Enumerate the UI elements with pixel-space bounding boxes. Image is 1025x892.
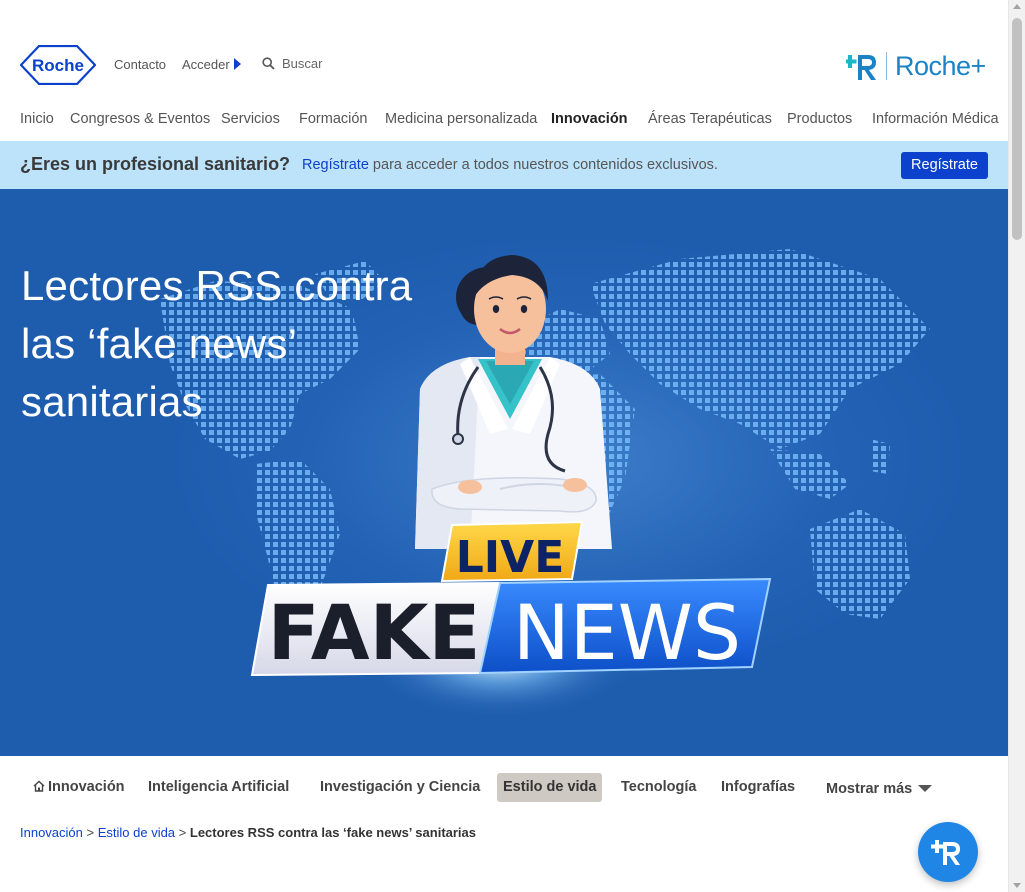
nav-item-congresos[interactable]: Congresos & Eventos xyxy=(70,111,210,127)
breadcrumb-innovacion[interactable]: Innovación xyxy=(20,825,83,840)
live-badge: LIVE xyxy=(440,520,584,583)
nav-item-innovacion[interactable]: Innovación xyxy=(551,111,628,127)
roche-plus-divider xyxy=(886,52,887,80)
page: Roche Contacto Acceder Buscar Roche+ Ini… xyxy=(0,0,1008,892)
scroll-down-icon[interactable] xyxy=(1013,883,1021,888)
scrollbar-thumb[interactable] xyxy=(1012,18,1022,240)
tab-innovacion-label: Innovación xyxy=(48,779,125,795)
search-icon xyxy=(262,57,275,70)
vertical-scrollbar[interactable] xyxy=(1008,0,1025,892)
chevron-down-icon xyxy=(918,785,933,792)
hero-title: Lectores RSS contra las ‘fake news’ sani… xyxy=(21,262,413,425)
professional-question: ¿Eres un profesional sanitario? xyxy=(20,154,291,174)
tab-estilo-de-vida[interactable]: Estilo de vida xyxy=(497,773,603,802)
category-tabs: Innovación Inteligencia Artificial Inves… xyxy=(0,773,1008,805)
roche-plus-r-icon xyxy=(846,55,876,80)
fake-text: FAKE xyxy=(268,588,481,677)
breadcrumb: Innovación > Estilo de vida > Lectores R… xyxy=(20,825,476,840)
login-link[interactable]: Acceder xyxy=(182,57,241,72)
banner-message-text: para acceder a todos nuestros contenidos… xyxy=(368,157,718,173)
caret-right-icon xyxy=(233,58,241,70)
nav-item-informacion[interactable]: Información Médica xyxy=(872,111,999,127)
roche-plus-chat-button[interactable] xyxy=(918,822,978,882)
fake-news-badge: FAKE NEWS xyxy=(250,577,772,677)
search-label: Buscar xyxy=(282,56,323,71)
main-nav: Inicio Congresos & Eventos Servicios For… xyxy=(0,108,1008,132)
top-header: Roche Contacto Acceder Buscar Roche+ xyxy=(0,40,1008,90)
nav-item-servicios[interactable]: Servicios xyxy=(221,111,280,127)
breadcrumb-current: Lectores RSS contra las ‘fake news’ sani… xyxy=(189,825,477,840)
roche-logo-text: Roche xyxy=(32,56,84,75)
contact-link[interactable]: Contacto xyxy=(114,57,166,72)
tab-infografias[interactable]: Infografías xyxy=(715,773,801,802)
breadcrumb-estilo-de-vida[interactable]: Estilo de vida xyxy=(98,825,175,840)
live-badge-text: LIVE xyxy=(456,532,565,583)
roche-plus-logo[interactable]: Roche+ xyxy=(846,48,986,84)
register-link[interactable]: Regístrate xyxy=(302,157,369,173)
show-more-label: Mostrar más xyxy=(826,781,913,797)
show-more-button[interactable]: Mostrar más xyxy=(820,775,938,804)
tab-investigacion-ciencia[interactable]: Investigación y Ciencia xyxy=(314,773,486,802)
roche-plus-text: Roche+ xyxy=(895,50,986,81)
tab-innovacion[interactable]: Innovación xyxy=(27,773,131,802)
nav-item-medicina[interactable]: Medicina personalizada xyxy=(385,111,537,127)
nav-item-productos[interactable]: Productos xyxy=(787,111,852,127)
nav-item-areas[interactable]: Áreas Terapéuticas xyxy=(648,111,772,127)
breadcrumb-separator: > xyxy=(82,825,98,840)
nav-item-inicio[interactable]: Inicio xyxy=(20,111,54,127)
roche-plus-r-icon xyxy=(931,840,960,865)
news-text: NEWS xyxy=(513,588,741,677)
hero-banner: LIVE FAKE NEWS Lectores RSS contra las ‘… xyxy=(0,189,1008,756)
search-button[interactable]: Buscar xyxy=(262,56,322,71)
tab-inteligencia-artificial[interactable]: Inteligencia Artificial xyxy=(142,773,295,802)
banner-message: Regístrate para acceder a todos nuestros… xyxy=(302,157,718,173)
scroll-up-icon[interactable] xyxy=(1013,4,1021,9)
register-button[interactable]: Regístrate xyxy=(901,152,988,179)
professional-banner: ¿Eres un profesional sanitario? Regístra… xyxy=(0,141,1008,189)
roche-logo[interactable]: Roche xyxy=(20,45,96,85)
tab-tecnologia[interactable]: Tecnología xyxy=(615,773,702,802)
home-icon xyxy=(33,780,45,792)
login-label: Acceder xyxy=(182,57,230,72)
nav-item-formacion[interactable]: Formación xyxy=(299,111,368,127)
breadcrumb-separator: > xyxy=(175,825,190,840)
